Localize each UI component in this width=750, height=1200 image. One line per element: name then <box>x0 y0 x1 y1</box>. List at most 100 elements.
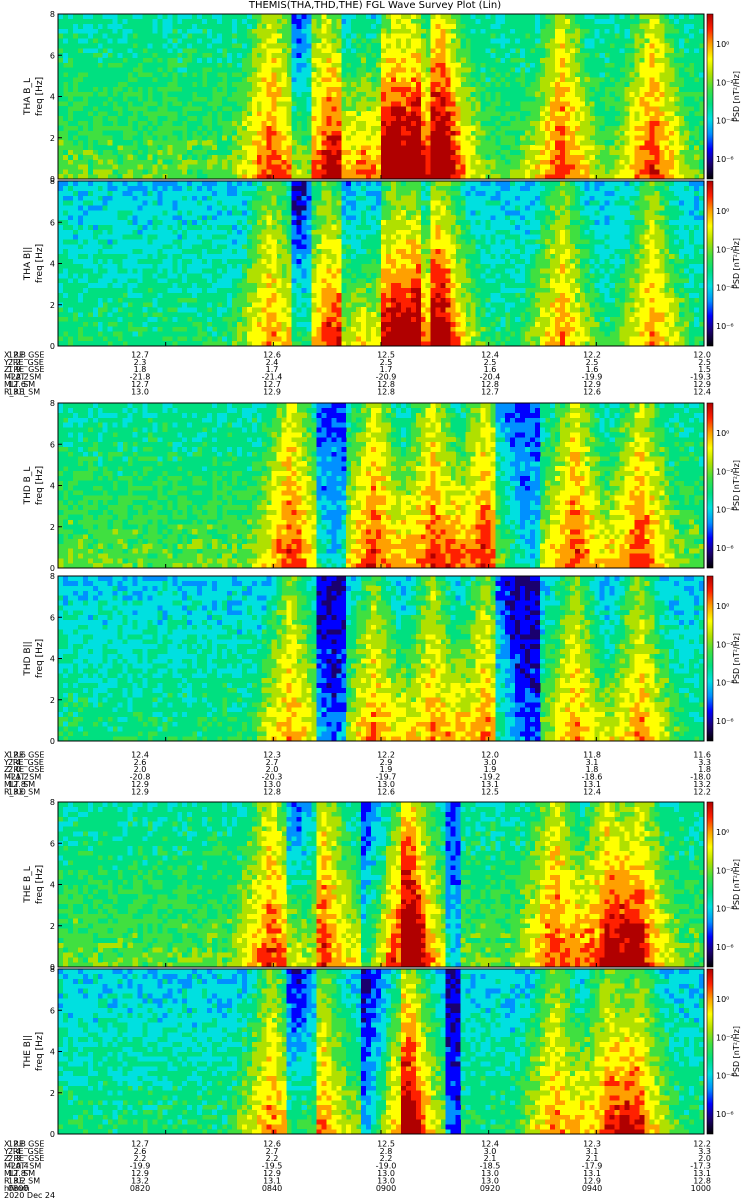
heatmap-cell <box>107 205 113 211</box>
heatmap-cell <box>361 18 367 24</box>
heatmap-cell <box>97 67 104 73</box>
heatmap-cell <box>221 273 228 279</box>
heatmap-cell <box>366 91 372 97</box>
heatmap-cell <box>316 111 322 117</box>
heatmap-cell <box>286 224 292 230</box>
heatmap-cell <box>62 190 69 196</box>
heatmap-cell <box>266 14 272 20</box>
heatmap-cell <box>400 23 407 29</box>
heatmap-cell <box>217 181 223 187</box>
heatmap-cell <box>246 224 253 230</box>
heatmap-cell <box>182 292 188 298</box>
heatmap-cell <box>231 130 238 136</box>
heatmap-cell <box>584 169 591 175</box>
heatmap-cell <box>102 18 108 24</box>
heatmap-cell <box>321 111 327 117</box>
colorbar <box>706 13 714 180</box>
heatmap-cell <box>202 195 208 201</box>
heatmap-cell <box>221 224 228 230</box>
heatmap-cell <box>385 101 392 107</box>
heatmap-cell <box>371 159 377 165</box>
heatmap-cell <box>515 91 521 97</box>
heatmap-cell <box>594 149 600 156</box>
heatmap-cell <box>77 14 84 20</box>
panel-ylabel: THA B_L <box>23 78 33 116</box>
heatmap-cell <box>167 18 173 24</box>
heatmap-cell <box>301 248 307 255</box>
heatmap-cell <box>356 125 362 131</box>
heatmap-cell <box>649 86 655 92</box>
heatmap-cell <box>331 125 337 131</box>
heatmap-cell <box>321 57 327 63</box>
heatmap-cell <box>177 195 183 201</box>
heatmap-cell <box>187 234 193 240</box>
heatmap-cell <box>410 96 417 102</box>
heatmap-cell <box>157 282 163 289</box>
heatmap-cell <box>500 18 506 24</box>
heatmap-cell <box>192 52 198 58</box>
heatmap-cell <box>445 101 451 107</box>
heatmap-cell <box>276 321 282 327</box>
heatmap-cell <box>197 145 203 151</box>
heatmap-cell <box>92 302 99 308</box>
heatmap-cell <box>226 43 233 49</box>
heatmap-cell <box>132 23 138 29</box>
heatmap-cell <box>256 130 263 136</box>
heatmap-cell <box>187 205 193 211</box>
heatmap-cell <box>296 205 302 211</box>
heatmap-cell <box>127 154 133 160</box>
heatmap-cell <box>301 72 307 78</box>
heatmap-cell <box>296 273 302 279</box>
heatmap-cell <box>197 86 203 92</box>
heatmap-cell <box>97 253 104 259</box>
heatmap-cell <box>77 214 84 221</box>
heatmap-cell <box>67 278 74 284</box>
heatmap-cell <box>614 14 620 20</box>
heatmap-cell <box>649 115 655 122</box>
heatmap-cell <box>142 210 148 216</box>
heatmap-cell <box>167 28 173 34</box>
heatmap-cell <box>261 214 268 221</box>
heatmap-cell <box>127 52 133 58</box>
heatmap-cell <box>217 263 223 269</box>
heatmap-cell <box>326 164 332 170</box>
heatmap-cell <box>455 159 461 165</box>
heatmap-cell <box>256 316 263 323</box>
heatmap-cell <box>589 86 595 92</box>
heatmap-cell <box>226 200 233 206</box>
heatmap-cell <box>212 67 218 73</box>
heatmap-cell <box>564 96 571 102</box>
heatmap-cell <box>182 28 188 34</box>
heatmap-cell <box>465 91 471 97</box>
heatmap-cell <box>82 282 89 289</box>
heatmap-cell <box>87 23 94 29</box>
heatmap-cell <box>331 43 337 49</box>
heatmap-cell <box>475 159 481 165</box>
heatmap-cell <box>162 214 168 221</box>
heatmap-cell <box>107 244 113 250</box>
heatmap-cell <box>614 159 620 165</box>
heatmap-cell <box>669 145 675 151</box>
heatmap-cell <box>594 23 600 29</box>
heatmap-cell <box>291 205 297 211</box>
heatmap-cell <box>584 43 591 49</box>
heatmap-cell <box>202 200 208 206</box>
heatmap-cell <box>594 14 600 20</box>
heatmap-cell <box>192 145 198 151</box>
heatmap-cell <box>540 52 546 58</box>
heatmap-cell <box>226 91 233 97</box>
heatmap-cell <box>236 244 243 250</box>
heatmap-cell <box>599 33 605 39</box>
heatmap-cell <box>281 287 287 293</box>
heatmap-cell <box>624 130 630 136</box>
heatmap-cell <box>152 268 158 274</box>
heatmap-cell <box>480 67 486 73</box>
heatmap-cell <box>102 282 108 289</box>
heatmap-cell <box>430 67 436 73</box>
heatmap-cell <box>102 273 108 279</box>
heatmap-cell <box>92 140 99 146</box>
heatmap-cell <box>212 23 218 29</box>
heatmap-cell <box>241 18 248 24</box>
heatmap-cell <box>351 18 357 24</box>
heatmap-cell <box>246 195 253 201</box>
